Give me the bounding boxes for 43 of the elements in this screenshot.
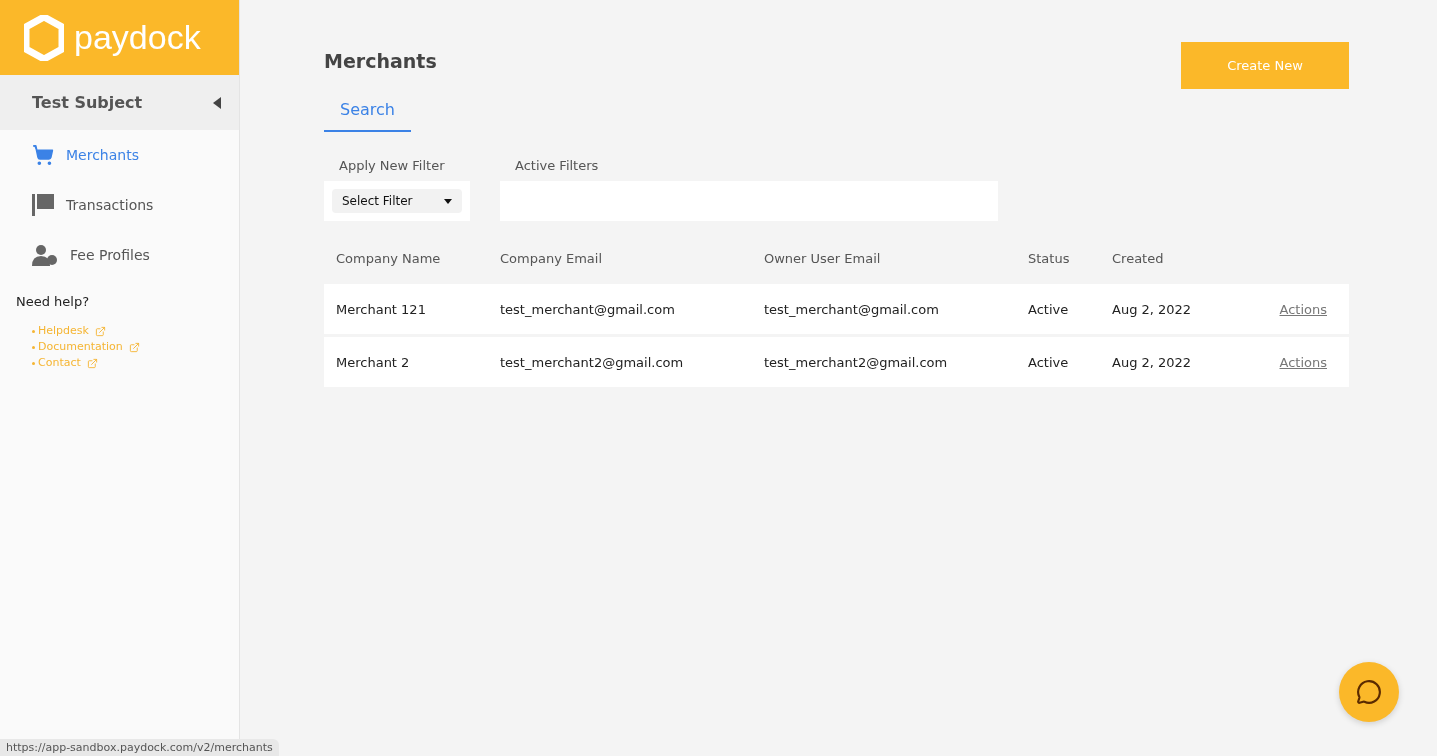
- bullet-icon: [32, 345, 35, 349]
- logo-text: paydock: [74, 18, 201, 57]
- cart-icon: [32, 144, 54, 166]
- column-header: Created: [1111, 251, 1165, 268]
- table-cell: Aug 2, 2022: [1100, 337, 1230, 387]
- table-cell: Active: [1016, 337, 1100, 387]
- table-cell: test_merchant2@gmail.com: [488, 337, 752, 387]
- tab[interactable]: Search: [324, 92, 411, 132]
- column-header: Owner User Email: [763, 251, 882, 268]
- table-cell: test_merchant@gmail.com: [488, 284, 752, 334]
- external-link-icon: [128, 341, 140, 353]
- table-cell: test_merchant2@gmail.com: [752, 337, 1016, 387]
- external-link-icon: [86, 357, 98, 369]
- external-link-icon: [94, 325, 106, 337]
- bullet-icon: [32, 329, 35, 333]
- caret-icon: [444, 198, 452, 204]
- filter-label: Apply New Filter: [339, 158, 446, 173]
- help-title: Need help?: [16, 294, 91, 309]
- collapse-caret-icon[interactable]: [213, 96, 221, 109]
- sidebar-item[interactable]: Merchants: [0, 130, 239, 180]
- filter-label: Active Filters: [515, 158, 600, 173]
- chat-button[interactable]: [1339, 662, 1399, 722]
- sidebar-item[interactable]: Transactions: [0, 180, 239, 230]
- column-header: Company Email: [499, 251, 604, 268]
- table-cell: Merchant 2: [324, 337, 488, 387]
- table-cell: Active: [1016, 284, 1100, 334]
- speech-bubble-icon: [1356, 679, 1382, 705]
- bullet-icon: [32, 361, 35, 365]
- column-header: Status: [1027, 251, 1071, 268]
- table-cell: Merchant 121: [324, 284, 488, 334]
- user-icon: [32, 244, 58, 266]
- table-cell: Aug 2, 2022: [1100, 284, 1230, 334]
- flag-icon: [32, 194, 54, 216]
- page-title: Merchants: [324, 50, 437, 72]
- account-name: Test Subject: [32, 93, 143, 112]
- actions-link[interactable]: Actions: [1279, 354, 1327, 370]
- table-cell: test_merchant@gmail.com: [752, 284, 1016, 334]
- hexagon-logo-icon: [24, 14, 64, 61]
- status-url: https://app-sandbox.paydock.com/v2/merchants: [0, 739, 279, 756]
- actions-link[interactable]: Actions: [1279, 301, 1327, 317]
- sidebar-item[interactable]: Fee Profiles: [0, 230, 239, 280]
- filter-dropdown[interactable]: Select Filter: [332, 189, 462, 213]
- column-header: Company Name: [335, 251, 442, 268]
